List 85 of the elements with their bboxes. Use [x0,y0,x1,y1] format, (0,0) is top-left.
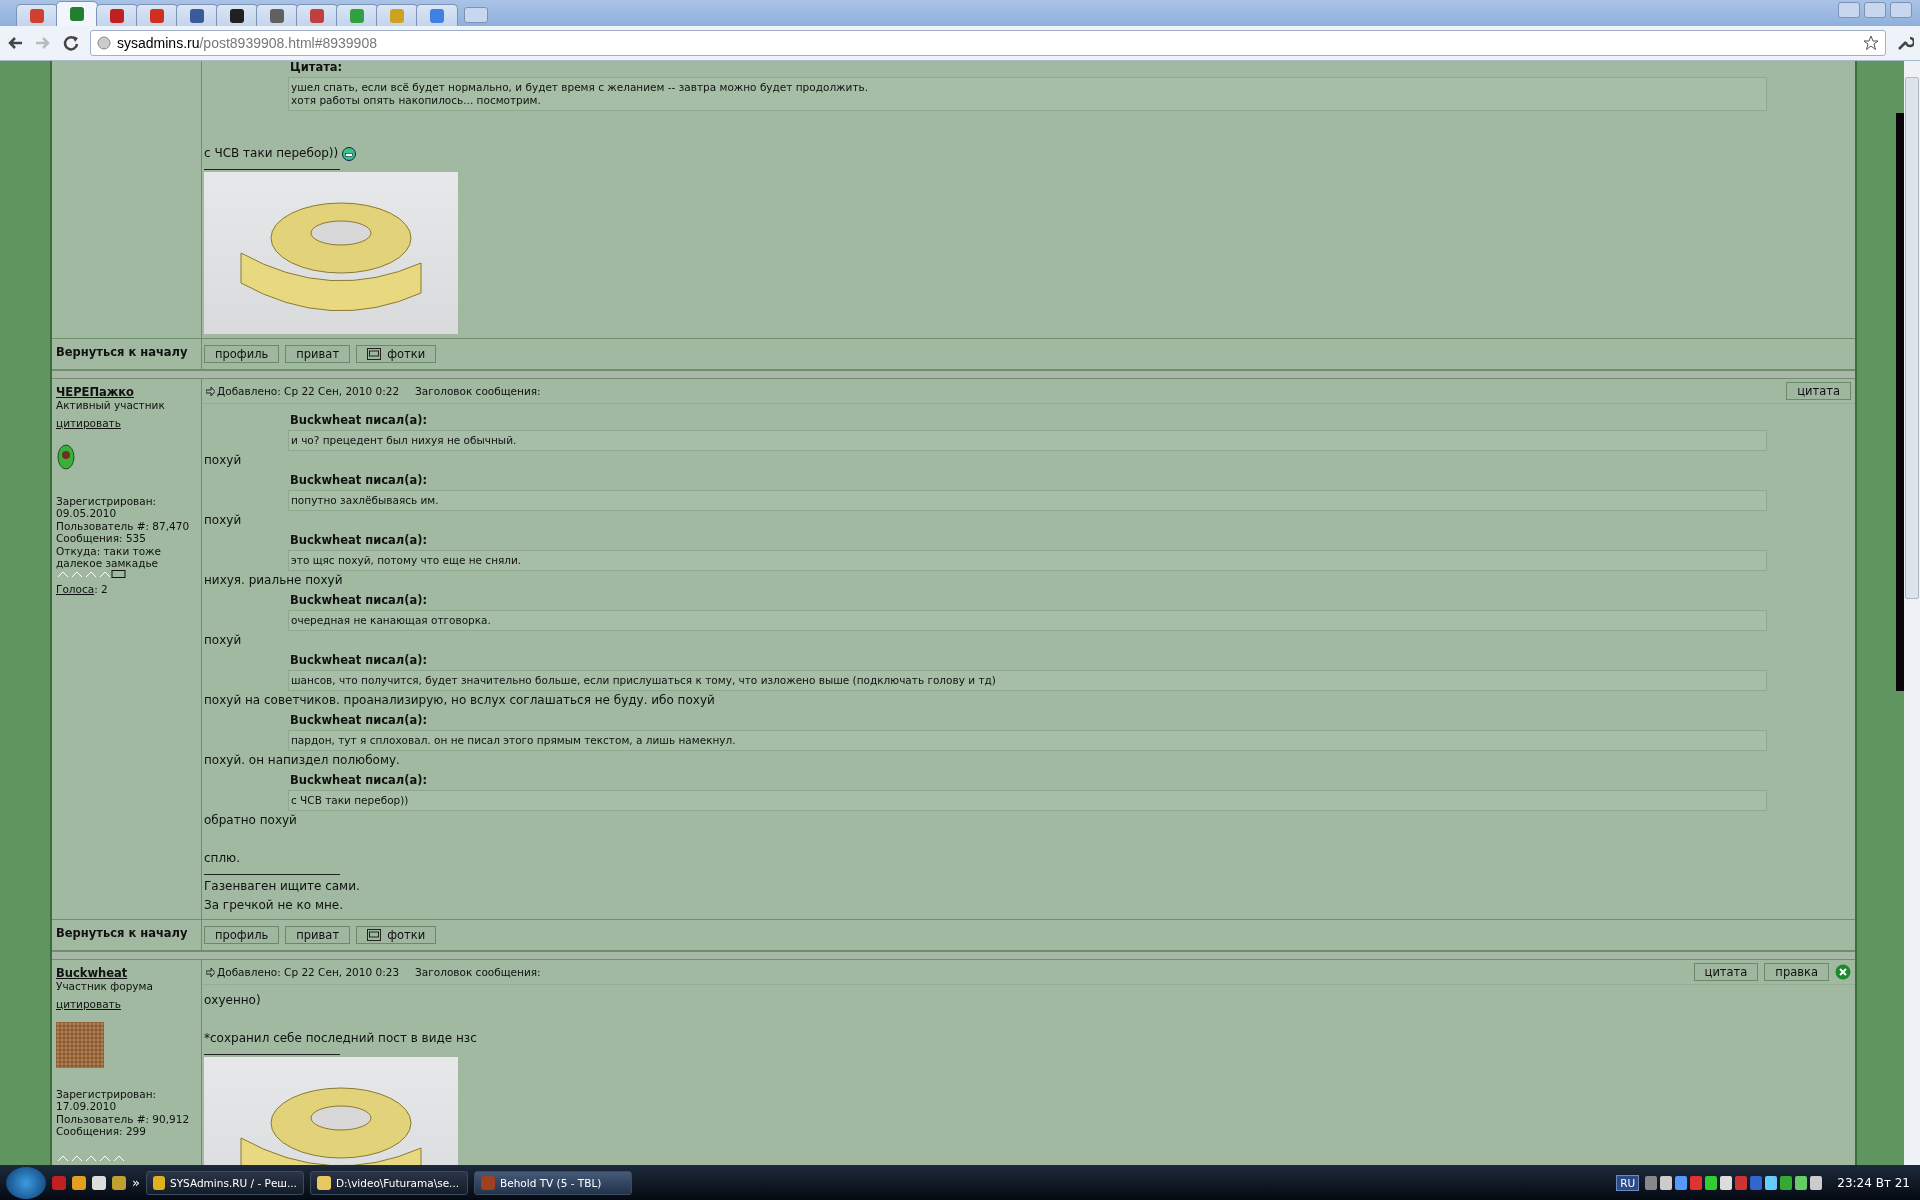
user-info: Откуда: таки тоже далекое замкадье [56,544,163,570]
post-date: Добавлено: Ср 22 Сен, 2010 0:23 [217,966,400,978]
start-button[interactable] [6,1166,46,1199]
scrollbar[interactable] [1904,61,1920,1165]
user-info: Зарегистрирован: [56,494,158,507]
subject-label: Заголовок сообщения: [415,385,541,397]
user-info: 17.09.2010 [56,1100,118,1113]
quote-author: Buckwheat писал(а): [290,472,429,489]
quote-text: пардон, тут я сплоховал. он не писал этого прямым текстом, а лишь намекнул. [288,730,1767,751]
quote-text: ушел спать, если всё будет нормально, и будет время с желанием -- завтра можно будет продолжить. хотя работы опять накопилось... посмотрим. [288,77,1767,111]
post-text: похуй на советчиков. проанализирую, но вслух соглашаться не буду. ибо похуй [204,692,715,709]
private-message-button[interactable]: приват [285,926,351,944]
jpg-file-icon [367,929,382,941]
user-rank: Активный участник [56,399,166,412]
quote-button[interactable]: цитата [1693,963,1759,981]
user-rank: Участник форума [56,980,154,993]
quote-text: это щяс похуй, потому что еще не сняли. [288,550,1767,571]
user-info: Пользователь #: 87,470 [56,519,191,532]
post-text: похуй. он напиздел полюбому. [204,752,400,769]
quick-launch-icon[interactable] [92,1175,106,1190]
photos-button[interactable]: фотки [356,345,437,363]
post-text: обратно похуй [204,812,297,829]
more-button[interactable]: » [132,1175,140,1190]
post-text: похуй [204,632,242,649]
globe-icon [97,36,111,50]
taskbar-button[interactable]: Behold TV (5 - TBL) [473,1170,632,1195]
user-info: 09.05.2010 [56,507,118,520]
quick-launch-icon[interactable] [72,1175,86,1190]
subject-label: Заголовок сообщения: [415,966,541,978]
post-text: с ЧСВ таки перебор)) [204,145,339,162]
post-text: похуй [204,452,242,469]
quote-author: Buckwheat писал(а): [290,592,429,609]
quote-text: с ЧСВ таки перебор)) [288,790,1767,811]
user-info: Сообщения: 535 [56,532,147,545]
post-text: сплю. [204,850,241,867]
post-text: похуй [204,512,242,529]
back-to-top-link[interactable]: Вернуться к началу [56,345,197,359]
private-message-button[interactable]: приват [285,345,351,363]
jpg-file-icon [367,348,382,360]
quote-author: Buckwheat писал(а): [290,712,429,729]
browser-tab[interactable] [216,4,258,26]
signature-text: Газенваген ищите сами. [204,878,361,895]
quote-author: Цитата: [290,61,344,76]
user-info: Пользователь #: 90,912 [56,1112,191,1125]
reload-icon[interactable] [62,34,80,52]
profile-button[interactable]: профиль [204,345,280,363]
address-field[interactable]: sysadmins.ru/post8939908.html#8939908 [90,30,1886,56]
quote-link[interactable]: цитировать [56,997,121,1010]
quote-link[interactable]: цитировать [56,416,121,429]
user-info: Сообщения: 299 [56,1125,147,1138]
quote-text: попутно захлёбываясь им. [288,490,1767,511]
user-info: Зарегистрирован: [56,1087,158,1100]
delete-icon[interactable] [1835,964,1851,980]
post-arrow-icon [206,386,215,396]
quick-launch-icon[interactable] [112,1175,126,1190]
quote-author: Buckwheat писал(а): [290,652,429,669]
wrench-icon[interactable] [1896,34,1914,52]
quote-author: Buckwheat писал(а): [290,532,429,549]
edit-button[interactable]: правка [1764,963,1829,981]
quote-author: Buckwheat писал(а): [290,412,429,429]
quote-text: и чо? прецедент был нихуя не обычный. [288,430,1767,451]
author-name[interactable]: Buckwheat [56,966,197,980]
post-text: *сохранил себе последний пост в виде нзс [204,1030,477,1047]
author-name[interactable]: ЧЕРЕПажко [56,385,197,399]
photos-button[interactable]: фотки [356,926,437,944]
rating-icon [56,569,126,578]
back-to-top-link[interactable]: Вернуться к началу [56,926,197,940]
post-date: Добавлено: Ср 22 Сен, 2010 0:22 [217,385,400,397]
clock: 23:24 Вт 21 [1837,1175,1910,1190]
signature-text: За гречкой не ко мне. [204,897,344,914]
smiley-icon [342,146,357,161]
post-arrow-icon [206,967,215,977]
star-icon[interactable] [1863,35,1879,51]
language-indicator[interactable]: RU [1616,1174,1640,1191]
avatar-image [56,1021,104,1068]
taskbar-button[interactable]: SYSAdmins.RU / - Реш... [145,1170,304,1195]
taskbar-button[interactable]: D:\video\Futurama\se... [309,1170,468,1195]
profile-button[interactable]: профиль [204,926,280,944]
votes-count: : 2 [94,582,108,595]
post-text: охуенно) [204,992,261,1009]
post-text: нихуя. риальне похуй [204,572,343,589]
quote-button[interactable]: цитата [1786,382,1851,400]
quote-author: Buckwheat писал(а): [290,772,429,789]
quote-text: шансов, что получится, будет значительно больше, если прислушаться к тому, что изложено выше (подключать голову и тд) [288,670,1767,691]
quote-text: очередная не канающая отговорка. [288,610,1767,631]
